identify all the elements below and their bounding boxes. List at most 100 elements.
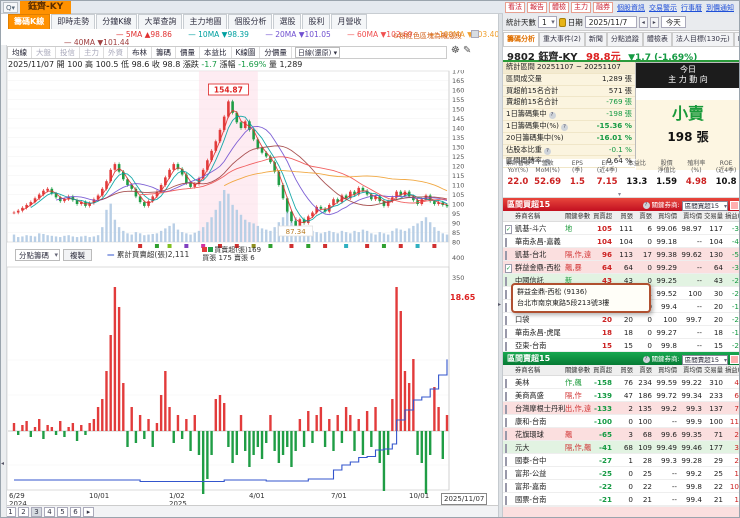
date-input[interactable]: 2025/11/7 [584,16,637,28]
row-checkbox[interactable]: ✓ [505,264,513,273]
toolbar-價量[interactable]: 價量 [176,47,200,58]
row-checkbox[interactable] [505,238,507,247]
toolbar-大盤[interactable]: 大盤 [32,47,56,58]
tab-籌碼分析[interactable]: 籌碼分析 [503,32,539,46]
link-行事曆[interactable]: 行事曆 [681,3,702,13]
broker-row[interactable]: 口袋 20 20 0 100 99.7 20 -2 [503,313,739,326]
row-checkbox[interactable] [505,431,507,440]
broker-row[interactable]: 台灣摩根士丹利 出,作,遠 -133 2 135 99.2 99.3 137 7 [503,402,739,415]
broker-row[interactable]: 富邦-嘉南 -22 0 22 -- 99.8 22 10 [503,480,739,493]
row-checkbox[interactable] [505,392,507,401]
broker-row[interactable]: 富邦-公益 -25 0 25 -- 99.2 25 1 [503,467,739,480]
row-checkbox[interactable] [505,342,507,351]
toolbar-K線圖[interactable]: K線圖 [232,47,261,58]
toolbar-投信[interactable]: 投信 [56,47,80,58]
row-checkbox[interactable] [505,444,507,453]
help-icon[interactable]: ? [560,123,568,131]
row-checkbox[interactable] [505,470,507,479]
toolbar-籌碼[interactable]: 籌碼 [152,47,176,58]
row-checkbox[interactable] [505,277,507,286]
row-checkbox[interactable] [505,418,507,427]
button-看法[interactable]: 看法 [505,2,525,13]
tab-大單查詢[interactable]: 大單查詢 [138,14,183,29]
broker-row[interactable]: ✓ 群益金鼎-西松 飆,暴 64 64 0 99.29 -- 64 -3 [503,261,739,274]
toolbar-布林[interactable]: 布林 [128,47,152,58]
toolbar-外資[interactable]: 外資 [104,47,128,58]
date-next-button[interactable]: ▸ [649,16,659,28]
tab-分鐘K線[interactable]: 分鐘K線 [96,14,138,29]
page-button-4[interactable]: 4 [44,507,55,517]
help-icon[interactable]: ? [548,112,556,120]
date-prev-button[interactable]: ◂ [638,16,648,28]
button-主力[interactable]: 主力 [571,2,591,13]
broker-row[interactable]: 國票-台南 -21 0 21 -- 99.4 21 1 [503,493,739,506]
button-報告[interactable]: 報告 [527,2,547,13]
row-checkbox[interactable] [505,290,507,299]
today-button[interactable]: 今天 [660,16,686,28]
days-select[interactable]: 1 [538,16,557,28]
tab-ETF[interactable]: ETF [733,32,739,46]
symbol-search-icon[interactable]: Q▾ [3,2,18,13]
page-button-2[interactable]: 2 [18,507,29,517]
buy-section-select[interactable]: 區間買超15 [681,200,728,211]
button-體檢[interactable]: 體檢 [549,2,569,13]
broker-row[interactable]: 花旗環球 飆 -65 3 68 99.6 99.35 71 2 [503,428,739,441]
page-button-3[interactable]: 3 [31,507,42,517]
row-checkbox[interactable] [505,316,507,325]
broker-row[interactable]: 康和-台南 -100 0 100 -- 99.9 100 11 [503,415,739,428]
broker-row[interactable]: 華南永昌-嘉義 104 104 0 99.18 -- 104 -4 [503,235,739,248]
row-checkbox[interactable] [505,303,507,312]
tab-股利[interactable]: 股利 [302,14,331,29]
tab-分點追蹤[interactable]: 分點追蹤 [606,32,643,46]
left-collapse-strip[interactable]: ◂ [1,45,7,517]
pink-band-hint-link[interactable]: ⊙粉紅色區塊為飆漲段 [393,31,462,41]
tab-月營收[interactable]: 月營收 [331,14,368,29]
period-select[interactable]: 日線(還原) ▾ [294,47,341,58]
collapse-handle[interactable]: ▾ [618,191,621,198]
pin-icon[interactable] [471,30,479,38]
broker-row[interactable]: 亞東-台南 15 15 0 99.8 -- 15 -2 [503,339,739,352]
settings-icon[interactable] [730,201,739,210]
broker-row[interactable]: 凱基-台北 隔,作,遠 96 113 17 99.38 99.62 130 -5 [503,248,739,261]
price-volume-chart[interactable]: 8085 9095 100105 110115 120125 130135 140145 15… [1,70,498,494]
copy-button[interactable]: 複製 [63,248,92,261]
flow-source-select[interactable]: 分點籌碼 [15,248,60,261]
row-checkbox[interactable] [505,457,507,466]
row-checkbox[interactable] [505,251,507,260]
page-button-5[interactable]: 5 [57,507,68,517]
broker-row[interactable]: 華南永昌-虎尾 18 18 0 99.27 -- 18 -1 [503,326,739,339]
link-交易警示[interactable]: 交易警示 [649,3,677,13]
help-icon[interactable]: ? [642,202,650,209]
help-icon[interactable]: ? [642,356,650,363]
row-checkbox[interactable]: ✓ [505,225,513,234]
page-more-button[interactable]: ▸ [83,507,94,517]
broker-row[interactable]: 美林 作,飆 -158 76 234 99.59 99.22 310 4 [503,376,739,389]
tab-法人目標(130元)[interactable]: 法人目標(130元) [671,32,734,46]
row-checkbox[interactable] [505,483,507,492]
help-icon[interactable]: ? [543,147,551,155]
draw-icon[interactable]: ✎ [463,45,474,56]
sell-section-select[interactable]: 區間賣超15 [681,354,728,365]
link-到價通知[interactable]: 到價通知 [706,3,734,13]
tab-主力地圖[interactable]: 主力地圖 [183,14,228,29]
toolbar-均線[interactable]: 均線 [8,47,32,58]
tab-籌碼K線[interactable]: 籌碼K線 [8,14,51,29]
settings-icon[interactable] [730,355,739,364]
gear-icon[interactable]: ☸ [451,45,463,56]
broker-row[interactable]: 元大 隔,作,飆 -41 68 109 99.49 99.46 177 3 [503,441,739,454]
tab-即時走勢[interactable]: 即時走勢 [51,14,96,29]
broker-row[interactable]: ✓ 凱基-斗六 地 105 111 6 99.06 98.97 117 -3 [503,222,739,235]
row-checkbox[interactable] [505,329,507,338]
toolbar-主力[interactable]: 主力 [80,47,104,58]
link-個股資訊[interactable]: 個股資訊 [617,3,645,13]
toolbar-本益比[interactable]: 本益比 [200,47,232,58]
toolbar-分價量[interactable]: 分價量 [260,47,292,58]
row-checkbox[interactable] [505,405,507,414]
tab-體檢表[interactable]: 體檢表 [642,32,672,46]
broker-row[interactable]: 國泰-台中 -27 1 28 99.3 99.28 29 2 [503,454,739,467]
broker-row[interactable]: 美商高盛 隔,作 -139 47 186 99.72 99.34 233 6 [503,389,739,402]
tab-個股分析[interactable]: 個股分析 [228,14,273,29]
tab-重大事件(2)[interactable]: 重大事件(2) [539,32,585,46]
button-融券[interactable]: 融券 [593,2,613,13]
row-checkbox[interactable] [505,496,507,505]
